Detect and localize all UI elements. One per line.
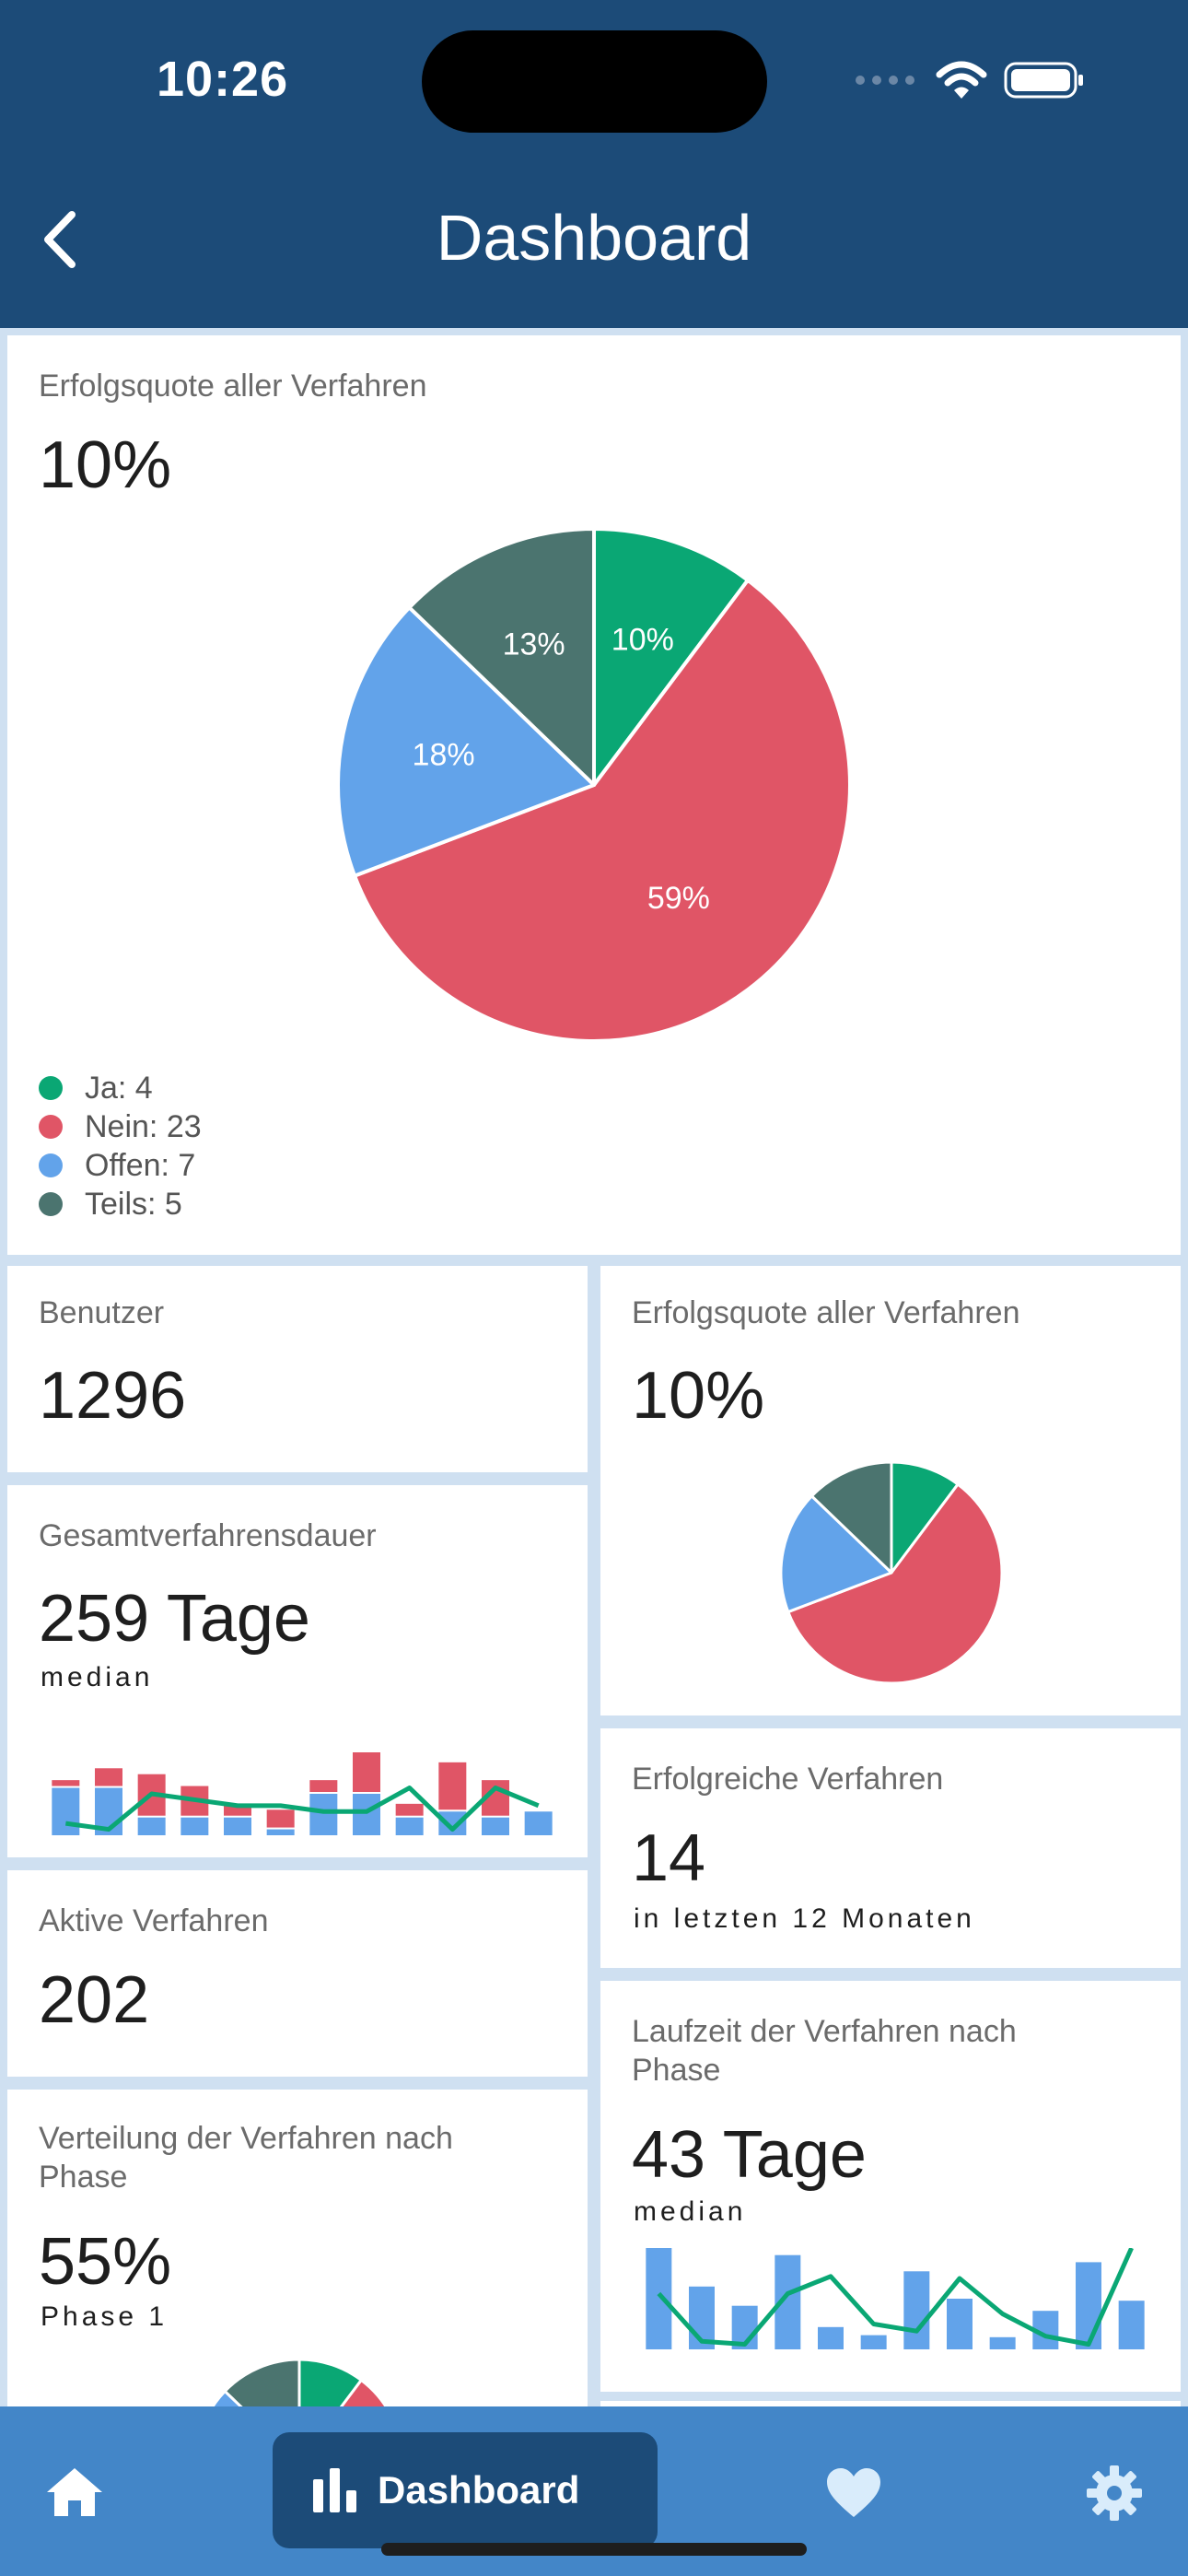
bar xyxy=(395,1817,424,1835)
distribution-card[interactable]: Verteilung der Verfahren nach Phase 55% … xyxy=(7,2090,588,2458)
status-time: 10:26 xyxy=(157,52,289,107)
card-value: 43 Tage xyxy=(632,2118,867,2192)
bar xyxy=(989,2336,1016,2349)
success-pie-chart-small xyxy=(779,1460,1003,1684)
legend-item: Offen: 7 xyxy=(39,1146,202,1185)
bar xyxy=(818,2326,844,2349)
gear-icon[interactable] xyxy=(1087,2465,1142,2521)
page-title: Dashboard xyxy=(436,202,752,274)
bar xyxy=(524,1811,553,1835)
pie-slice-label: 18% xyxy=(413,738,475,773)
card-value: 202 xyxy=(39,1963,150,2037)
wifi-icon xyxy=(936,61,987,99)
card-subtitle: Phase 1 xyxy=(41,2301,169,2332)
duration-card[interactable]: Gesamtverfahrensdauer 259 Tage median xyxy=(7,1485,588,1857)
home-icon[interactable] xyxy=(44,2465,105,2519)
successful-card[interactable]: Erfolgreiche Verfahren 14 in letzten 12 … xyxy=(600,1728,1181,1968)
runtime-card[interactable]: Laufzeit der Verfahren nach Phase 43 Tag… xyxy=(600,1981,1181,2392)
card-subtitle: in letzten 12 Monaten xyxy=(634,1903,975,1934)
bar xyxy=(137,1817,166,1835)
card-label: Erfolgreiche Verfahren xyxy=(632,1762,944,1797)
battery-icon xyxy=(1004,62,1083,99)
bar xyxy=(95,1768,122,1786)
legend-item: Nein: 23 xyxy=(39,1107,202,1146)
bar xyxy=(1076,2262,1101,2349)
app-header: 10:26 Dashboard xyxy=(0,0,1188,328)
card-label: Erfolgsquote aller Verfahren xyxy=(39,369,427,404)
trend-line xyxy=(64,1786,540,1832)
card-label: Aktive Verfahren xyxy=(39,1903,269,1938)
bar xyxy=(266,1829,295,1835)
bar xyxy=(52,1787,80,1835)
duration-bar-chart xyxy=(52,1752,553,1835)
trend-line xyxy=(657,2248,1134,2347)
success-rate-small-card[interactable]: Erfolgsquote aller Verfahren 10% xyxy=(600,1266,1181,1715)
pie-slice-label: 13% xyxy=(503,626,565,662)
bar-chart-icon xyxy=(313,2468,356,2512)
card-value: 259 Tage xyxy=(39,1582,310,1656)
status-icons xyxy=(855,57,1087,103)
legend-item: Ja: 4 xyxy=(39,1069,202,1107)
bar xyxy=(224,1817,251,1835)
bar xyxy=(646,2248,672,2349)
heart-icon[interactable] xyxy=(825,2467,882,2519)
bar xyxy=(438,1811,467,1835)
nav-tab-label: Dashboard xyxy=(378,2468,580,2512)
card-subtitle: median xyxy=(634,2196,747,2227)
card-value: 10% xyxy=(632,1359,765,1433)
success-pie-chart: 10% 59% 18% 13% xyxy=(336,527,852,1043)
card-value: 55% xyxy=(39,2225,172,2299)
signal-icon xyxy=(856,76,914,85)
card-label: Laufzeit der Verfahren nach Phase xyxy=(632,2014,1017,2088)
card-value: 10% xyxy=(39,428,172,502)
active-card[interactable]: Aktive Verfahren 202 xyxy=(7,1870,588,2077)
card-value: 1296 xyxy=(39,1359,187,1433)
bar xyxy=(395,1803,424,1816)
card-label: Benutzer xyxy=(39,1295,165,1330)
bar xyxy=(309,1780,338,1792)
users-card[interactable]: Benutzer 1296 xyxy=(7,1266,588,1472)
home-indicator xyxy=(381,2543,807,2556)
bar xyxy=(860,2335,887,2349)
card-label: Verteilung der Verfahren nach Phase xyxy=(39,2121,453,2195)
runtime-bar-chart xyxy=(646,2248,1145,2349)
bar xyxy=(947,2299,973,2349)
bar xyxy=(52,1780,80,1786)
pie-slice-label: 10% xyxy=(611,623,674,658)
dynamic-island xyxy=(422,30,767,133)
bar xyxy=(353,1794,380,1835)
legend-item: Teils: 5 xyxy=(39,1185,202,1224)
nav-tab-dashboard[interactable]: Dashboard xyxy=(273,2432,658,2548)
bar xyxy=(438,1762,467,1810)
bar xyxy=(353,1752,380,1792)
chart-legend: Ja: 4 Nein: 23 Offen: 7 Teils: 5 xyxy=(39,1069,202,1224)
card-label: Erfolgsquote aller Verfahren xyxy=(632,1295,1020,1330)
bar xyxy=(309,1794,338,1835)
card-label: Gesamtverfahrensdauer xyxy=(39,1518,377,1553)
bar xyxy=(482,1817,509,1835)
bar xyxy=(903,2271,930,2349)
card-subtitle: median xyxy=(41,1662,154,1692)
pie-slice-label: 59% xyxy=(647,881,710,916)
bar xyxy=(181,1817,209,1835)
card-value: 14 xyxy=(632,1821,706,1895)
bar xyxy=(1118,2301,1145,2349)
bar xyxy=(266,1809,295,1828)
